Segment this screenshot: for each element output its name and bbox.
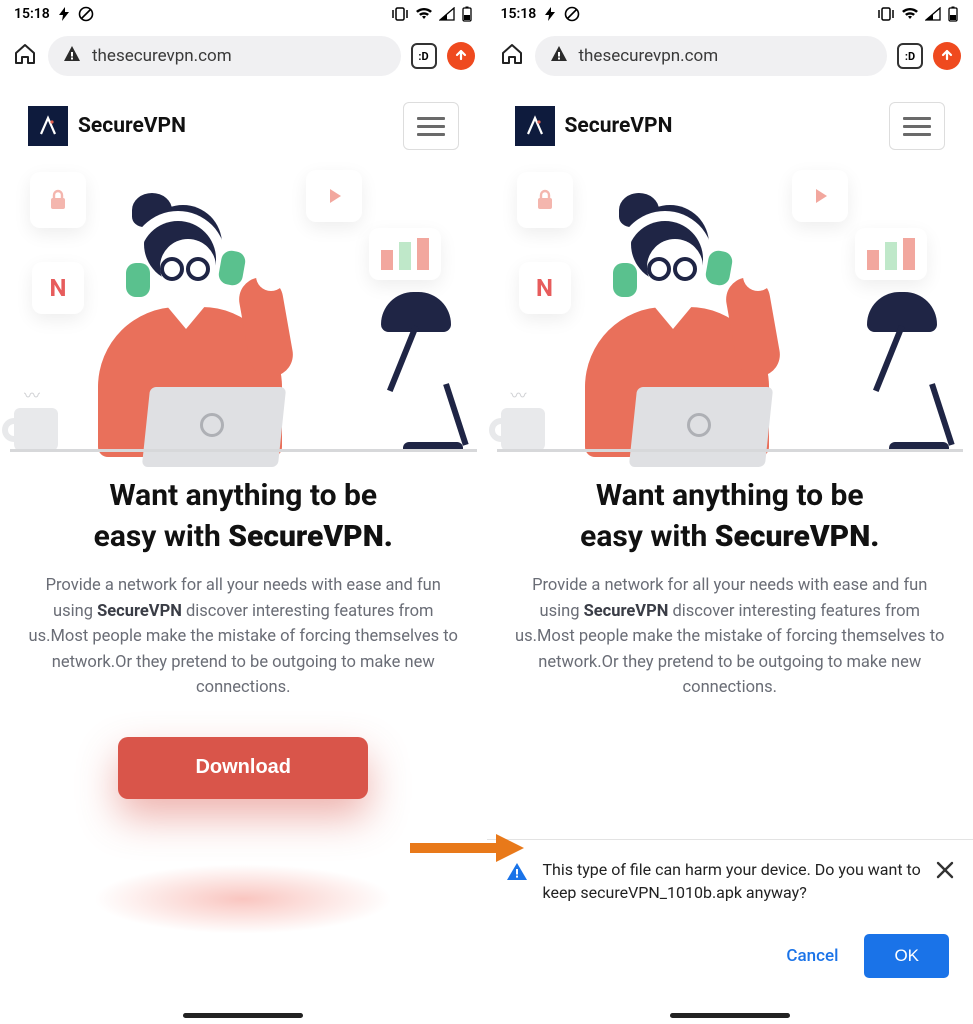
play-card-icon [306,170,362,222]
lamp-icon [837,292,957,452]
headline-line1: Want anything to be [517,476,944,517]
screen-after: 15:18 [487,0,973,1024]
person-illustration [60,187,310,452]
bars-card-icon [855,228,927,280]
bolt-icon [544,7,556,21]
headline-line1: Want anything to be [30,476,457,517]
url-text: thesecurevpn.com [579,46,719,66]
extension-badge-icon[interactable] [933,42,961,70]
signal-icon [439,7,455,21]
hamburger-menu-button[interactable] [889,102,945,150]
hero-illustration: N 〰 [497,162,964,452]
lamp-icon [351,292,471,452]
hamburger-menu-button[interactable] [403,102,459,150]
description: Provide a network for all your needs wit… [0,567,487,701]
signal-icon [925,7,941,21]
url-text: thesecurevpn.com [92,46,232,66]
battery-icon [947,6,959,22]
tabs-button[interactable]: :D [411,43,437,69]
screen-before: 15:18 [0,0,487,1024]
play-card-icon [792,170,848,222]
headline-line2: easy with SecureVPN. [30,517,457,558]
hero-illustration: N 〰 [10,162,477,452]
description: Provide a network for all your needs wit… [487,567,973,701]
cancel-button[interactable]: Cancel [786,946,838,966]
dnd-icon [564,6,580,22]
brand-logo-icon [515,106,555,146]
home-icon[interactable] [499,41,525,71]
site-header: SecureVPN [0,84,487,162]
close-icon[interactable] [935,858,955,886]
button-glow [93,864,393,934]
brand-name: SecureVPN [565,114,673,138]
brand[interactable]: SecureVPN [515,106,673,146]
vibrate-icon [877,7,895,21]
brand-name: SecureVPN [78,114,186,138]
brand[interactable]: SecureVPN [28,106,186,146]
tabs-button[interactable]: :D [897,43,923,69]
headline: Want anything to be easy with SecureVPN. [487,452,973,567]
vibrate-icon [391,7,409,21]
download-button[interactable]: Download [118,737,368,799]
headline: Want anything to be easy with SecureVPN. [0,452,487,567]
wifi-icon [415,7,433,21]
insecure-icon [549,44,569,69]
bolt-icon [58,7,70,21]
home-icon[interactable] [12,41,38,71]
prompt-message: This type of file can harm your device. … [543,858,922,904]
mug-icon: 〰 [4,398,64,452]
headline-line2: easy with SecureVPN. [517,517,944,558]
address-bar[interactable]: thesecurevpn.com [48,36,401,76]
ok-button[interactable]: OK [864,934,949,978]
status-time: 15:18 [501,6,537,22]
status-bar: 15:18 [487,0,973,28]
browser-toolbar: thesecurevpn.com :D [0,28,487,84]
browser-toolbar: thesecurevpn.com :D [487,28,973,84]
warning-icon [505,860,529,888]
insecure-icon [62,44,82,69]
status-time: 15:18 [14,6,50,22]
extension-badge-icon[interactable] [447,42,475,70]
site-header: SecureVPN [487,84,973,162]
address-bar[interactable]: thesecurevpn.com [535,36,888,76]
mug-icon: 〰 [491,398,551,452]
nav-handle[interactable] [670,1013,790,1018]
wifi-icon [901,7,919,21]
bars-card-icon [369,228,441,280]
status-bar: 15:18 [0,0,487,28]
dnd-icon [78,6,94,22]
battery-icon [461,6,473,22]
nav-handle[interactable] [183,1013,303,1018]
brand-logo-icon [28,106,68,146]
person-illustration [547,187,797,452]
download-warning-prompt: This type of file can harm your device. … [487,839,973,994]
